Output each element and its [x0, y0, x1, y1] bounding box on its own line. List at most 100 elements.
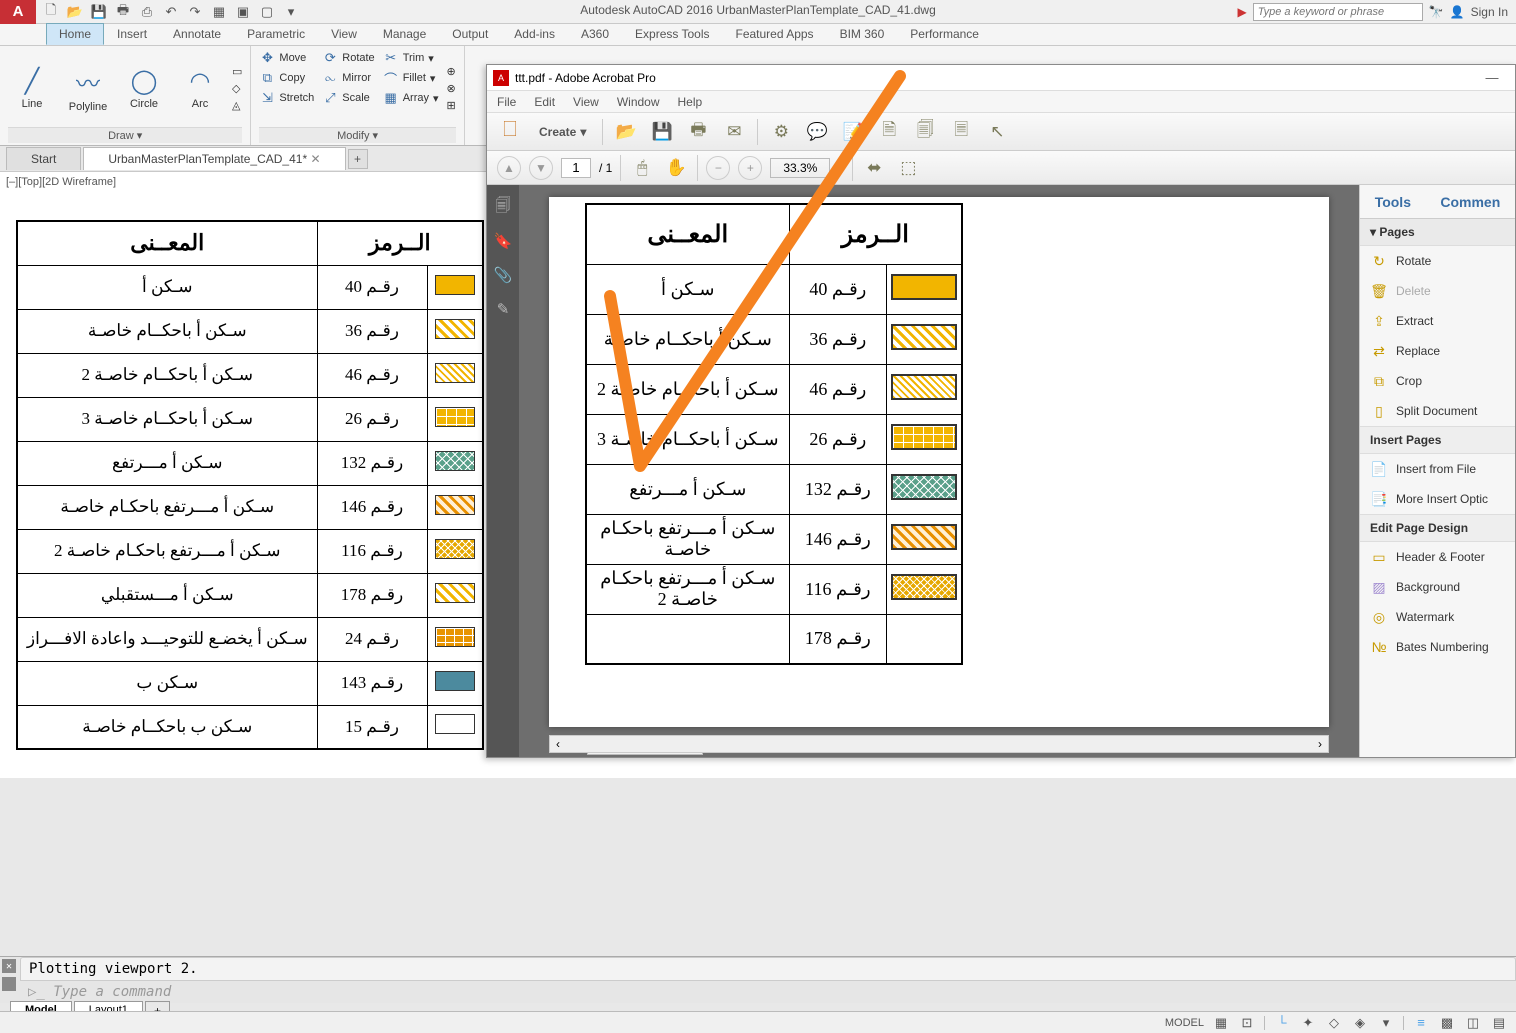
- line-button[interactable]: ╱Line: [8, 50, 56, 127]
- zoom-level[interactable]: 33.3%: [770, 158, 830, 178]
- panel-title-draw[interactable]: Draw ▾: [8, 127, 242, 143]
- draw-extra2-icon[interactable]: ◇: [232, 82, 242, 95]
- ribbon-tab-addins[interactable]: Add-ins: [501, 23, 568, 45]
- page-number-input[interactable]: [561, 158, 591, 178]
- pages-panel-header[interactable]: Pages: [1379, 225, 1414, 239]
- pages-split[interactable]: ▯Split Document: [1360, 396, 1515, 426]
- nav-thumbnails-icon[interactable]: 🗐: [493, 197, 513, 217]
- bates-numbering[interactable]: №Bates Numbering: [1360, 632, 1515, 662]
- rotate-button[interactable]: ⟳Rotate: [322, 50, 374, 66]
- modify-extra2-icon[interactable]: ⊗: [447, 82, 456, 95]
- infocenter-arrow-icon[interactable]: ▶: [1238, 5, 1247, 19]
- move-button[interactable]: ✥Move: [259, 50, 314, 66]
- qat-redo-icon[interactable]: ↷: [186, 3, 204, 21]
- ribbon-tab-manage[interactable]: Manage: [370, 23, 439, 45]
- ribbon-tab-express[interactable]: Express Tools: [622, 23, 722, 45]
- nav-attachments-icon[interactable]: 📎: [493, 265, 513, 285]
- ribbon-tab-annotate[interactable]: Annotate: [160, 23, 234, 45]
- sb-polar-icon[interactable]: ✦: [1299, 1014, 1317, 1032]
- create-button[interactable]: Create ▾: [533, 123, 592, 141]
- zoom-out-button[interactable]: −: [706, 156, 730, 180]
- menu-view[interactable]: View: [573, 95, 599, 109]
- qat-save-icon[interactable]: 💾: [90, 3, 108, 21]
- menu-edit[interactable]: Edit: [534, 95, 555, 109]
- tb-comment-icon[interactable]: 💬: [804, 119, 830, 145]
- file-tab-start[interactable]: Start: [6, 147, 81, 170]
- panel-title-modify[interactable]: Modify ▾: [259, 127, 455, 143]
- tb-create-icon[interactable]: 🗌: [497, 119, 523, 145]
- tb-note-icon[interactable]: 📝: [840, 119, 866, 145]
- file-tab-add-button[interactable]: +: [348, 149, 368, 169]
- pages-rotate[interactable]: ↻Rotate: [1360, 246, 1515, 276]
- trim-button[interactable]: ✂Trim ▾: [383, 50, 439, 66]
- background[interactable]: ▨Background: [1360, 572, 1515, 602]
- ribbon-tab-view[interactable]: View: [318, 23, 370, 45]
- qat-misc2-icon[interactable]: ▣: [234, 3, 252, 21]
- qat-undo-icon[interactable]: ↶: [162, 3, 180, 21]
- pdf-page[interactable]: المعــنى الــرمز سـكن أرقـم 40سـكن أ باح…: [549, 197, 1329, 727]
- modify-extra1-icon[interactable]: ⊕: [447, 65, 456, 78]
- ribbon-tab-home[interactable]: Home: [46, 23, 104, 45]
- sb-selection-icon[interactable]: ◫: [1464, 1014, 1482, 1032]
- menu-help[interactable]: Help: [678, 95, 703, 109]
- qat-new-icon[interactable]: 🗋: [42, 3, 60, 21]
- binoculars-icon[interactable]: 🔭: [1429, 5, 1444, 19]
- tb-action3-icon[interactable]: 🗏: [948, 119, 974, 145]
- h-scrollbar[interactable]: ‹ ›: [549, 735, 1329, 753]
- pages-crop[interactable]: ⧉Crop: [1360, 366, 1515, 396]
- menu-window[interactable]: Window: [617, 95, 660, 109]
- sign-in-button[interactable]: Sign In: [1471, 5, 1508, 19]
- acad-app-icon[interactable]: A: [0, 0, 36, 24]
- array-button[interactable]: ▦Array ▾: [383, 90, 439, 106]
- sb-3dosnap-icon[interactable]: ◈: [1351, 1014, 1369, 1032]
- sb-lineweight-icon[interactable]: ≡: [1412, 1014, 1430, 1032]
- arc-button[interactable]: ◠Arc: [176, 50, 224, 127]
- user-icon[interactable]: 👤: [1450, 5, 1465, 19]
- rp-tab-comment[interactable]: Commen: [1440, 194, 1500, 210]
- acrobat-document-area[interactable]: المعــنى الــرمز سـكن أرقـم 40سـكن أ باح…: [519, 185, 1359, 757]
- cmdline-close-icon[interactable]: ✕: [2, 959, 16, 973]
- qat-plot-icon[interactable]: ⎙: [138, 3, 156, 21]
- sb-transparency-icon[interactable]: ▩: [1438, 1014, 1456, 1032]
- tb-gear-icon[interactable]: ⚙: [768, 119, 794, 145]
- mirror-button[interactable]: ⧜Mirror: [322, 70, 374, 86]
- polyline-button[interactable]: 〰Polyline: [64, 50, 112, 127]
- file-tab-document[interactable]: UrbanMasterPlanTemplate_CAD_41* ✕: [83, 147, 345, 170]
- scroll-left-icon[interactable]: ‹: [550, 737, 566, 751]
- ribbon-tab-a360[interactable]: A360: [568, 23, 622, 45]
- ribbon-tab-output[interactable]: Output: [439, 23, 501, 45]
- scale-button[interactable]: ⤢Scale: [322, 90, 374, 106]
- modify-extra3-icon[interactable]: ⊞: [447, 99, 456, 112]
- watermark[interactable]: ◎Watermark: [1360, 602, 1515, 632]
- qat-open-icon[interactable]: 📂: [66, 3, 84, 21]
- sb-dropdown-icon[interactable]: ▾: [1377, 1014, 1395, 1032]
- tb-action2-icon[interactable]: 🗐: [912, 119, 938, 145]
- tb-print-icon[interactable]: 🖶: [685, 119, 711, 145]
- acrobat-window[interactable]: A ttt.pdf - Adobe Acrobat Pro — File Edi…: [486, 64, 1516, 758]
- circle-button[interactable]: ◯Circle: [120, 50, 168, 127]
- infocenter-search-input[interactable]: [1253, 3, 1423, 21]
- close-tab-icon[interactable]: ✕: [310, 152, 320, 166]
- ribbon-tab-parametric[interactable]: Parametric: [234, 23, 318, 45]
- tb-pointer-icon[interactable]: ↖: [984, 119, 1010, 145]
- tb-email-icon[interactable]: ✉: [721, 119, 747, 145]
- nav-bookmarks-icon[interactable]: 🔖: [493, 231, 513, 251]
- viewport-label[interactable]: [–][Top][2D Wireframe]: [6, 176, 116, 188]
- chevron-down-icon[interactable]: ▾: [1370, 225, 1379, 239]
- qat-saveas-icon[interactable]: 🖶: [114, 3, 132, 21]
- minimize-button[interactable]: —: [1475, 70, 1509, 85]
- qat-dropdown-icon[interactable]: ▾: [282, 3, 300, 21]
- fillet-button[interactable]: ⌒Fillet ▾: [383, 70, 439, 86]
- tb-action1-icon[interactable]: 🗎: [876, 119, 902, 145]
- qat-misc1-icon[interactable]: ▦: [210, 3, 228, 21]
- ribbon-tab-bim360[interactable]: BIM 360: [827, 23, 898, 45]
- draw-extra1-icon[interactable]: ▭: [232, 65, 242, 78]
- fit-page-icon[interactable]: ⬚: [895, 155, 921, 181]
- copy-button[interactable]: ⧉Copy: [259, 70, 314, 86]
- page-down-button[interactable]: ▼: [529, 156, 553, 180]
- status-model[interactable]: MODEL: [1165, 1017, 1204, 1029]
- fit-width-icon[interactable]: ⬌: [861, 155, 887, 181]
- zoom-dropdown-icon[interactable]: ▾: [838, 161, 844, 175]
- sb-osnap-icon[interactable]: ◇: [1325, 1014, 1343, 1032]
- sb-snap-icon[interactable]: ⊡: [1238, 1014, 1256, 1032]
